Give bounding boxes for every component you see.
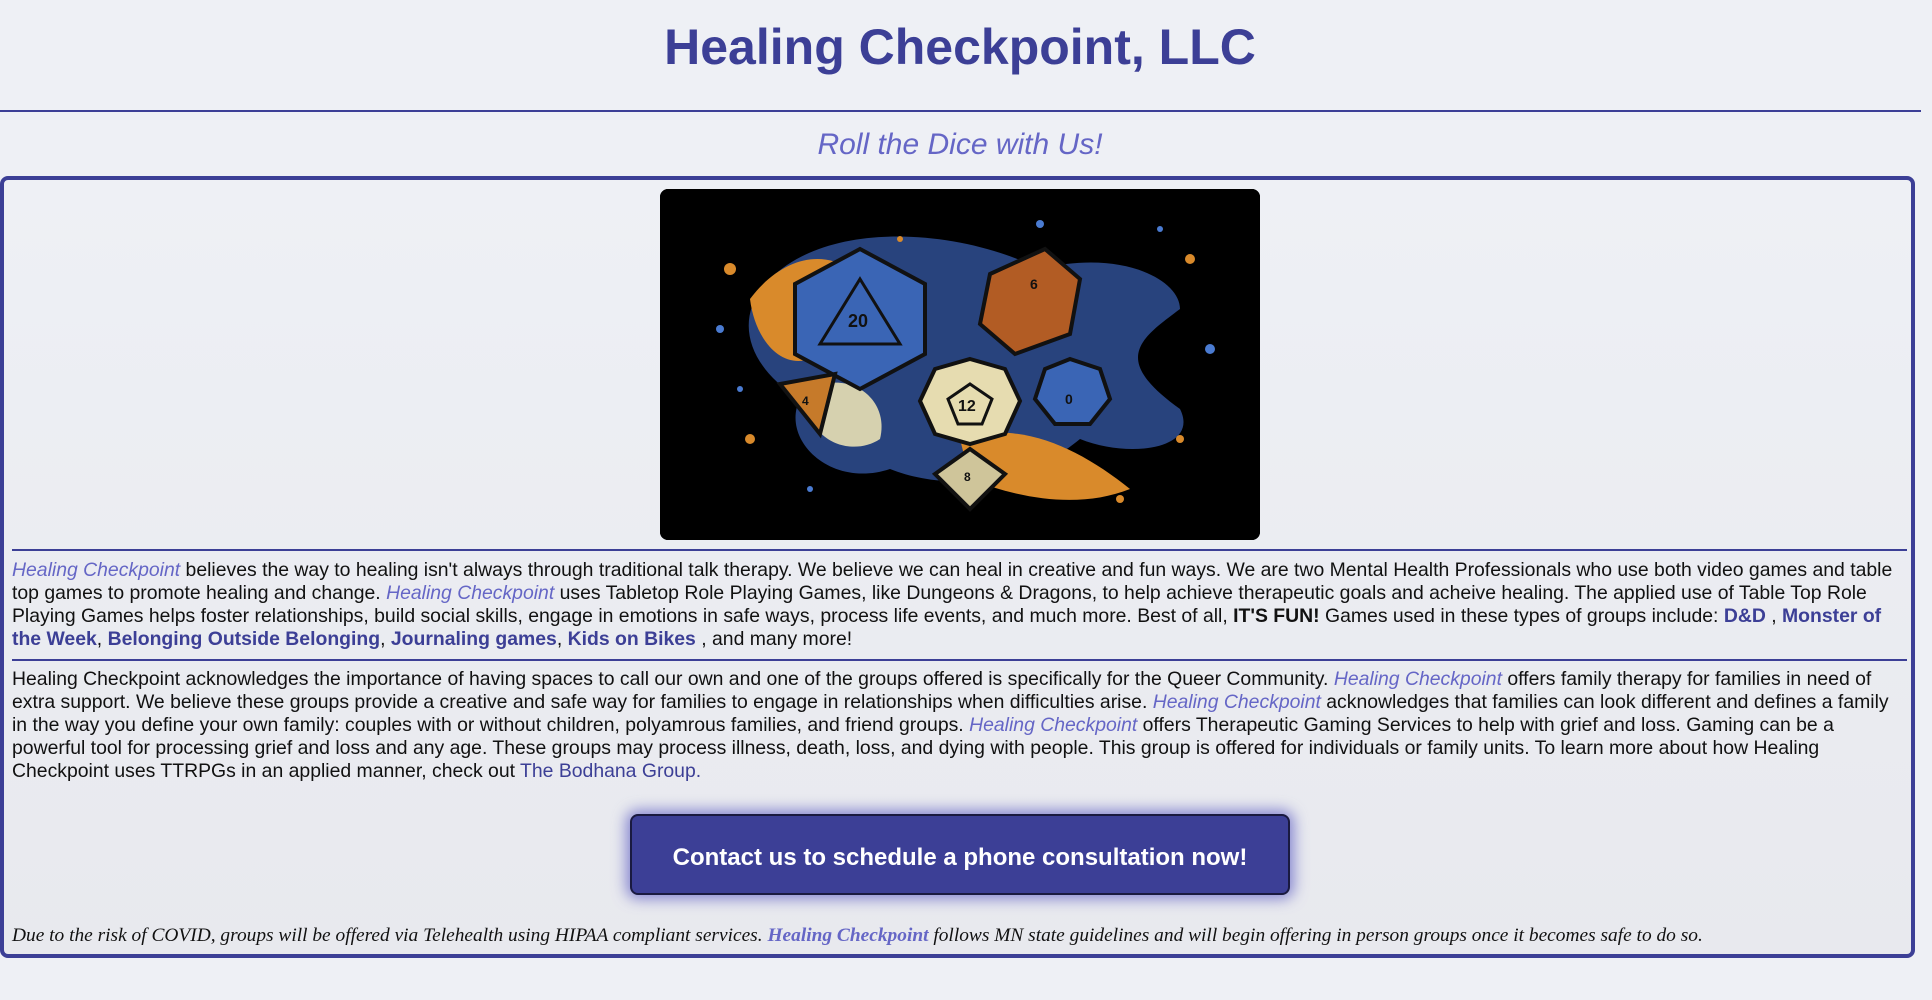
- header-divider: [0, 110, 1921, 112]
- brand-name: Healing Checkpoint: [12, 559, 181, 581]
- d20-label: 20: [848, 311, 868, 331]
- services-paragraph: Healing Checkpoint acknowledges the impo…: [12, 668, 1889, 782]
- game-link-dnd[interactable]: D&D: [1724, 605, 1766, 627]
- d10-label: 0: [1065, 391, 1073, 407]
- dice-illustration-icon: 20 6 4 12 0 8: [660, 189, 1260, 540]
- d6-label: 6: [1030, 276, 1038, 292]
- bodhana-group-link[interactable]: The Bodhana Group.: [520, 760, 701, 782]
- covid-notice: Due to the risk of COVID, groups will be…: [12, 925, 1703, 946]
- game-link-belonging-outside-belonging[interactable]: Belonging Outside Belonging: [108, 628, 381, 650]
- brand-name: Healing Checkpoint: [1333, 668, 1502, 690]
- its-fun-text: IT'S FUN!: [1233, 605, 1320, 627]
- hero-image: 20 6 4 12 0 8: [660, 189, 1260, 540]
- contact-consultation-button[interactable]: Contact us to schedule a phone consultat…: [630, 814, 1290, 895]
- brand-name: Healing Checkpoint: [1152, 691, 1321, 713]
- d4-label: 4: [802, 394, 809, 408]
- intro-paragraph: Healing Checkpoint believes the way to h…: [12, 559, 1893, 650]
- tagline: Roll the Dice with Us!: [817, 128, 1103, 161]
- d8-label: 8: [964, 470, 971, 484]
- game-link-kids-on-bikes[interactable]: Kids on Bikes: [568, 628, 696, 650]
- d12-label: 12: [958, 398, 976, 415]
- site-title: Healing Checkpoint, LLC: [664, 19, 1256, 75]
- brand-name: Healing Checkpoint: [969, 714, 1138, 736]
- section-divider: [12, 549, 1907, 551]
- brand-name: Healing Checkpoint: [386, 582, 555, 604]
- game-link-journaling-games[interactable]: Journaling games: [391, 628, 557, 650]
- brand-name: Healing Checkpoint: [767, 925, 929, 946]
- section-divider: [12, 659, 1907, 661]
